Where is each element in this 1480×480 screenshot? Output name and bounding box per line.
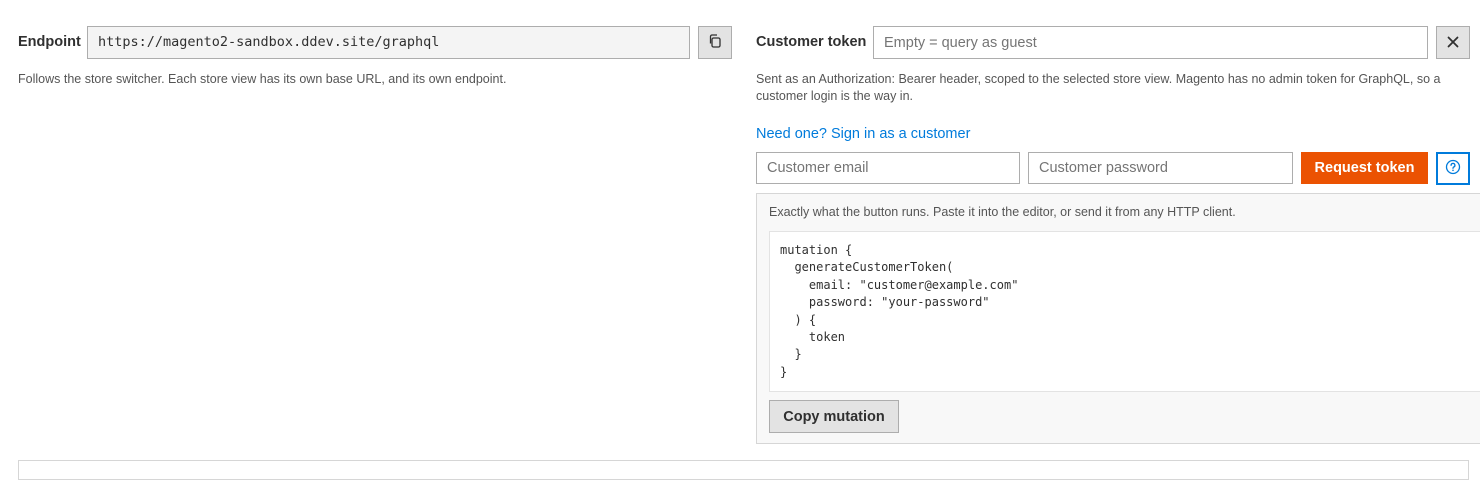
close-icon	[1447, 35, 1459, 51]
customer-email-input[interactable]	[756, 152, 1020, 184]
endpoint-note: Follows the store switcher. Each store v…	[18, 72, 507, 86]
mutation-code: mutation { generateCustomerToken( email:…	[769, 231, 1480, 392]
mutation-description: Exactly what the button runs. Paste it i…	[769, 205, 1236, 219]
copy-mutation-button[interactable]: Copy mutation	[769, 400, 899, 433]
sign-in-link[interactable]: Need one? Sign in as a customer	[756, 126, 970, 142]
clear-token-button[interactable]	[1436, 26, 1470, 59]
request-token-button[interactable]: Request token	[1301, 152, 1428, 184]
results-panel	[18, 460, 1469, 480]
customer-token-note: Sent as an Authorization: Bearer header,…	[756, 72, 1441, 103]
customer-password-input[interactable]	[1028, 152, 1293, 184]
copy-endpoint-button[interactable]	[698, 26, 732, 59]
help-icon	[1445, 159, 1461, 178]
customer-token-input[interactable]	[873, 26, 1428, 59]
customer-token-label: Customer token	[756, 34, 867, 50]
endpoint-field[interactable]: https://magento2-sandbox.ddev.site/graph…	[87, 26, 690, 59]
help-button[interactable]	[1436, 152, 1470, 185]
copy-icon	[707, 33, 723, 52]
endpoint-label: Endpoint	[18, 34, 81, 50]
